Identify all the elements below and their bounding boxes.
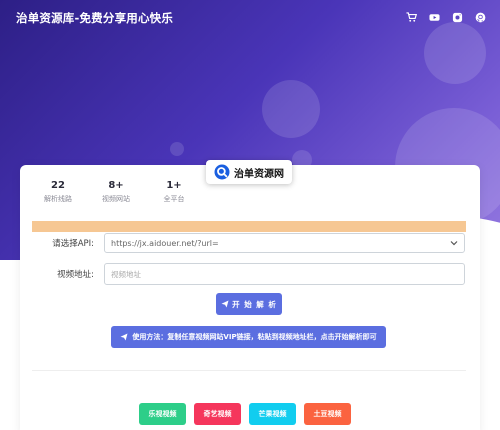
site-buttons: 乐视视频 奇艺视频 芒果视频 土豆视频 <box>139 403 351 425</box>
start-parse-button[interactable]: 开 始 解 析 <box>216 293 282 315</box>
site-button-tudou[interactable]: 土豆视频 <box>304 403 351 425</box>
notice-bar <box>32 221 466 232</box>
site-brand[interactable]: 治单资源库-免费分享用心快乐 <box>16 10 173 26</box>
stat-value: 22 <box>51 180 65 191</box>
api-row: 请选择API: https://jx.aidouer.net/?url= <box>32 233 465 253</box>
stat-sites: 8+ 视频网站 <box>98 180 134 204</box>
decor-bubble <box>262 80 320 138</box>
usage-hint-button[interactable]: 使用方法：复制任意视频网站VIP链接，粘贴到视频地址栏，点击开始解析即可 <box>111 326 386 348</box>
cart-icon[interactable] <box>406 12 417 23</box>
stat-label: 全平台 <box>163 195 185 203</box>
decor-bubble <box>424 22 486 84</box>
stat-lines: 22 解析线路 <box>40 180 76 204</box>
logo-text: 治单资源网 <box>234 168 284 180</box>
divider <box>32 370 466 371</box>
logo-badge: 治单资源网 <box>206 160 292 184</box>
url-row: 视频地址: 视频地址 <box>32 263 465 285</box>
site-button-mgtv[interactable]: 芒果视频 <box>249 403 296 425</box>
usage-hint-label: 使用方法：复制任意视频网站VIP链接，粘贴到视频地址栏，点击开始解析即可 <box>132 333 377 341</box>
send-icon <box>120 333 128 341</box>
chevron-down-icon <box>450 241 458 246</box>
instagram-icon[interactable] <box>452 12 463 23</box>
url-placeholder: 视频地址 <box>111 269 141 279</box>
site-button-letv[interactable]: 乐视视频 <box>139 403 186 425</box>
api-select[interactable]: https://jx.aidouer.net/?url= <box>104 233 465 253</box>
decor-bubble <box>170 142 184 156</box>
url-label: 视频地址: <box>57 270 94 280</box>
stat-value: 8+ <box>108 180 124 191</box>
youtube-icon[interactable] <box>429 12 440 23</box>
stat-platforms: 1+ 全平台 <box>156 180 192 204</box>
stat-label: 视频网站 <box>102 195 130 203</box>
github-icon[interactable] <box>475 12 486 23</box>
url-input[interactable]: 视频地址 <box>104 263 465 285</box>
search-icon <box>214 164 230 180</box>
stat-label: 解析线路 <box>44 195 72 203</box>
stats-row: 22 解析线路 8+ 视频网站 1+ 全平台 <box>40 180 192 204</box>
start-parse-label: 开 始 解 析 <box>232 299 277 309</box>
send-icon <box>221 300 229 308</box>
header-icons <box>406 12 486 23</box>
site-button-iqiyi[interactable]: 奇艺视频 <box>194 403 241 425</box>
stat-value: 1+ <box>166 180 182 191</box>
api-label: 请选择API: <box>52 239 94 249</box>
api-selected-value: https://jx.aidouer.net/?url= <box>111 238 219 248</box>
